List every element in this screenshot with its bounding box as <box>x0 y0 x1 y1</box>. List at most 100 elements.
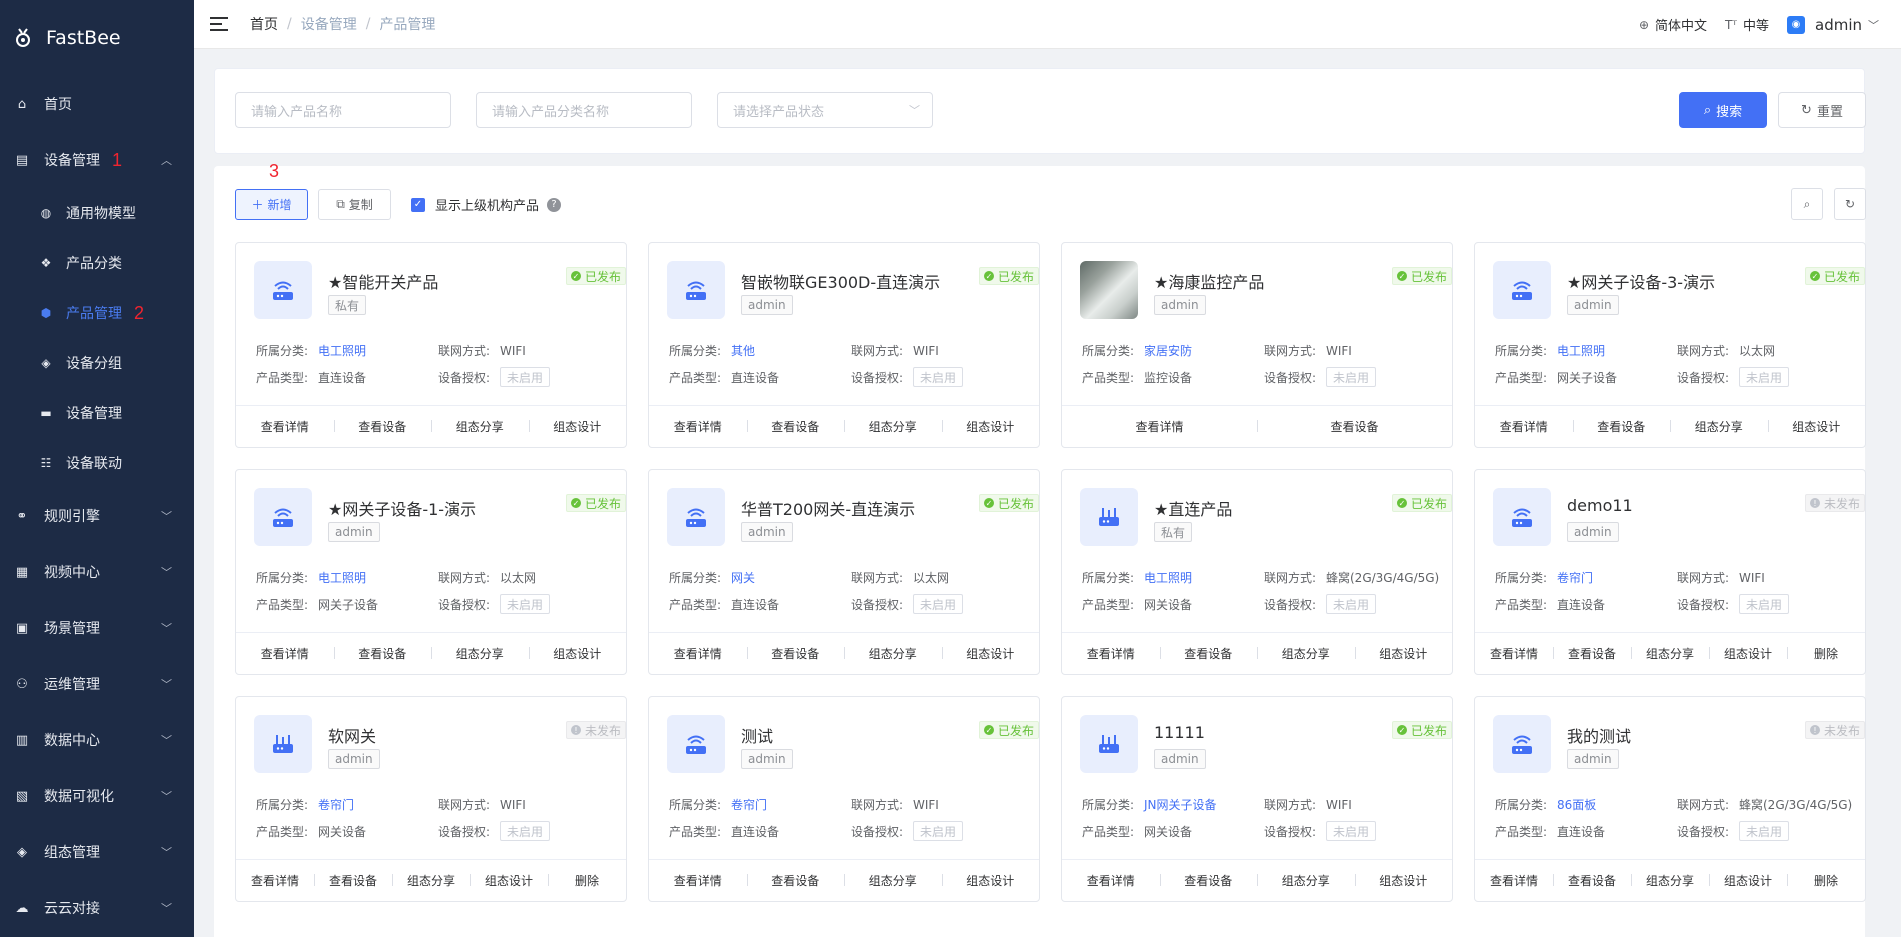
sidebar-item-data-center[interactable]: ▥ 数据中心 ﹀ <box>0 712 194 768</box>
sidebar-subitem-category[interactable]: ❖ 产品分类 <box>0 238 194 288</box>
reset-button[interactable]: ↻ 重置 <box>1778 92 1866 128</box>
category-link[interactable]: 86面板 <box>1557 796 1677 813</box>
sidebar-item-rules[interactable]: ⚭ 规则引擎 ﹀ <box>0 488 194 544</box>
card-action-button[interactable]: 组态分享 <box>844 872 942 889</box>
product-card[interactable]: 华普T200网关-直连演示 admin ✓ 已发布 所属分类: 网关 联网方式: 以太网 产品类… <box>648 469 1040 675</box>
card-action-button[interactable]: 查看详情 <box>1062 872 1160 889</box>
category-link[interactable]: 卷帘门 <box>318 796 438 813</box>
card-action-button[interactable]: 组态分享 <box>1257 645 1355 662</box>
card-action-button[interactable]: 组态分享 <box>431 645 529 662</box>
category-link[interactable]: 电工照明 <box>1144 569 1264 586</box>
card-action-button[interactable]: 组态分享 <box>431 418 529 435</box>
card-action-button[interactable]: 查看设备 <box>1159 645 1258 662</box>
card-action-button[interactable]: 查看详情 <box>236 645 334 662</box>
product-card[interactable]: demo11 admin! 未发布 所属分类: 卷帘门 联网方式: WIFI 产品类型: 直连设… <box>1474 469 1866 675</box>
menu-toggle-icon[interactable] <box>210 17 228 31</box>
product-card[interactable]: ★智能开关产品 私有 ✓ 已发布 所属分类: 电工照明 联网方式: WIFI 产品类型: 直连设备… <box>235 242 627 448</box>
product-name-input[interactable]: 请输入产品名称 <box>235 92 451 128</box>
category-link[interactable]: 卷帘门 <box>731 796 851 813</box>
card-action-button[interactable]: 查看详情 <box>236 872 314 889</box>
card-action-button[interactable]: 组态设计 <box>1354 645 1453 662</box>
card-action-button[interactable]: 组态设计 <box>1709 645 1787 662</box>
product-card[interactable]: ★网关子设备-3-演示 admin ✓ 已发布 所属分类: 电工照明 联网方式: 以太网 产品类… <box>1474 242 1866 448</box>
card-action-button[interactable]: 查看设备 <box>1553 872 1631 889</box>
card-action-button[interactable]: 组态分享 <box>1631 872 1709 889</box>
product-card[interactable]: 智嵌物联GE300D-直连演示 admin ✓ 已发布 所属分类: 其他 联网方式: WIFI… <box>648 242 1040 448</box>
card-action-button[interactable]: 查看设备 <box>1572 418 1671 435</box>
card-action-button[interactable]: 查看详情 <box>1475 418 1573 435</box>
card-action-button[interactable]: 查看详情 <box>649 418 747 435</box>
card-action-button[interactable]: 删除 <box>1787 872 1865 889</box>
show-parent-products-checkbox[interactable]: ✓ 显示上级机构产品 ? <box>411 195 562 214</box>
sidebar-item-video[interactable]: ▦ 视频中心 ﹀ <box>0 544 194 600</box>
product-card[interactable]: 测试 admin ✓ 已发布 所属分类: 卷帘门 联网方式: WIFI 产品类型: 直连设备 设备授… <box>648 696 1040 902</box>
card-action-button[interactable]: 组态设计 <box>1709 872 1787 889</box>
sidebar-item-scada[interactable]: ◈ 组态管理 ﹀ <box>0 824 194 880</box>
sidebar-item-cloud[interactable]: ☁ 云云对接 ﹀ <box>0 880 194 936</box>
sidebar-subitem-device[interactable]: ▬ 设备管理 <box>0 388 194 438</box>
card-action-button[interactable]: 组态分享 <box>392 872 470 889</box>
language-switch[interactable]: ⊕ 简体中文 <box>1639 15 1707 35</box>
card-action-button[interactable]: 查看详情 <box>649 645 747 662</box>
product-card[interactable]: ★直连产品 私有 ✓ 已发布 所属分类: 电工照明 联网方式: 蜂窝(2G/3G/4G/5G)… <box>1061 469 1453 675</box>
breadcrumb-home[interactable]: 首页 <box>250 14 278 34</box>
card-action-button[interactable]: 查看设备 <box>314 872 392 889</box>
card-action-button[interactable]: 组态分享 <box>1257 872 1355 889</box>
category-name-input[interactable]: 请输入产品分类名称 <box>476 92 692 128</box>
card-action-button[interactable]: 组态设计 <box>1354 872 1453 889</box>
sidebar-item-home[interactable]: ⌂ 首页 <box>0 76 194 132</box>
sidebar-item-scene[interactable]: ▣ 场景管理 ﹀ <box>0 600 194 656</box>
add-product-button[interactable]: ＋ 新增 <box>235 189 308 220</box>
category-link[interactable]: 电工照明 <box>318 569 438 586</box>
card-action-button[interactable]: 组态分享 <box>1670 418 1768 435</box>
card-action-button[interactable]: 组态分享 <box>844 418 942 435</box>
sidebar-subitem-model[interactable]: ◍ 通用物模型 <box>0 188 194 238</box>
app-logo[interactable]: FastBee <box>0 0 194 76</box>
sidebar-item-ops[interactable]: ⚇ 运维管理 ﹀ <box>0 656 194 712</box>
sidebar-item-visualization[interactable]: ▧ 数据可视化 ﹀ <box>0 768 194 824</box>
product-card[interactable]: 我的测试 admin! 未发布 所属分类: 86面板 联网方式: 蜂窝(2G/3G/4G/5… <box>1474 696 1866 902</box>
card-action-button[interactable]: 组态分享 <box>1631 645 1709 662</box>
category-link[interactable]: 电工照明 <box>1557 342 1677 359</box>
refresh-button[interactable]: ↻ <box>1834 188 1866 220</box>
card-action-button[interactable]: 查看设备 <box>746 645 845 662</box>
user-menu[interactable]: ◉ admin ﹀ <box>1787 15 1879 34</box>
product-card[interactable]: 11111 admin ✓ 已发布 所属分类: JN网关子设备 联网方式: WIFI 产品类型:… <box>1061 696 1453 902</box>
card-action-button[interactable]: 查看详情 <box>236 418 334 435</box>
sidebar-item-device-management[interactable]: ▤ 设备管理 1 ︿ <box>0 132 194 188</box>
category-link[interactable]: 家居安防 <box>1144 342 1264 359</box>
card-action-button[interactable]: 组态设计 <box>1767 418 1866 435</box>
card-action-button[interactable]: 删除 <box>548 872 626 889</box>
question-icon[interactable]: ? <box>547 197 562 212</box>
card-action-button[interactable]: 组态分享 <box>844 645 942 662</box>
copy-product-button[interactable]: ⧉ 复制 <box>318 189 391 220</box>
card-action-button[interactable]: 查看详情 <box>1062 645 1160 662</box>
card-action-button[interactable]: 查看设备 <box>1257 418 1452 435</box>
toggle-search-button[interactable]: ⌕ <box>1791 188 1823 220</box>
category-link[interactable]: 网关 <box>731 569 851 586</box>
card-action-button[interactable]: 查看设备 <box>746 418 845 435</box>
category-link[interactable]: 卷帘门 <box>1557 569 1677 586</box>
card-action-button[interactable]: 组态设计 <box>941 418 1040 435</box>
product-card[interactable]: ★海康监控产品 admin ✓ 已发布 所属分类: 家居安防 联网方式: WIFI 产品类型: 监… <box>1061 242 1453 448</box>
card-action-button[interactable]: 查看设备 <box>1159 872 1258 889</box>
card-action-button[interactable]: 查看详情 <box>1062 418 1257 435</box>
category-link[interactable]: 电工照明 <box>318 342 438 359</box>
card-action-button[interactable]: 组态设计 <box>528 645 627 662</box>
product-card[interactable]: 软网关 admin! 未发布 所属分类: 卷帘门 联网方式: WIFI 产品类型: 网关设备 设备… <box>235 696 627 902</box>
card-action-button[interactable]: 组态设计 <box>470 872 548 889</box>
category-link[interactable]: JN网关子设备 <box>1144 796 1264 813</box>
card-action-button[interactable]: 查看设备 <box>333 645 432 662</box>
card-action-button[interactable]: 删除 <box>1787 645 1865 662</box>
card-action-button[interactable]: 查看设备 <box>746 872 845 889</box>
card-action-button[interactable]: 查看详情 <box>1475 645 1553 662</box>
category-link[interactable]: 其他 <box>731 342 851 359</box>
card-action-button[interactable]: 查看设备 <box>1553 645 1631 662</box>
card-action-button[interactable]: 组态设计 <box>941 645 1040 662</box>
sidebar-subitem-linkage[interactable]: ☷ 设备联动 <box>0 438 194 488</box>
card-action-button[interactable]: 组态设计 <box>528 418 627 435</box>
card-action-button[interactable]: 查看详情 <box>649 872 747 889</box>
card-action-button[interactable]: 查看详情 <box>1475 872 1553 889</box>
product-card[interactable]: ★网关子设备-1-演示 admin ✓ 已发布 所属分类: 电工照明 联网方式: 以太网 产品类… <box>235 469 627 675</box>
status-select[interactable]: 请选择产品状态 ﹀ <box>717 92 933 128</box>
